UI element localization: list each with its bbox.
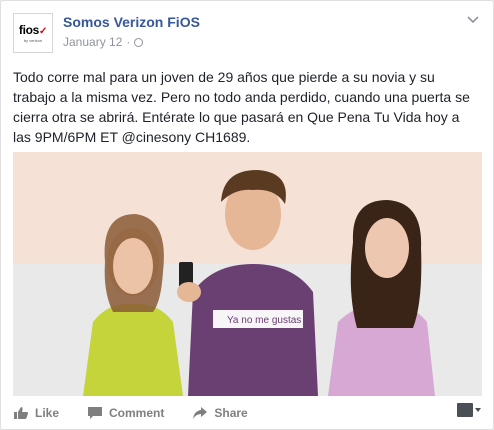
comment-icon: [88, 407, 103, 419]
meta-separator: ·: [126, 35, 131, 49]
comment-button[interactable]: Comment: [87, 406, 164, 420]
post-card: fios✓ by verizon Somos Verizon FiOS Janu…: [0, 0, 494, 430]
like-button[interactable]: Like: [13, 406, 59, 420]
post-date[interactable]: January 12: [63, 35, 122, 49]
viewer-selector[interactable]: [457, 403, 481, 417]
post-image[interactable]: Ya no me gustas: [13, 152, 482, 396]
post-text: Todo corre mal para un joven de 29 años …: [13, 69, 470, 145]
fios-logo-sub: by verizon: [23, 37, 43, 43]
fios-logo: fios✓: [18, 22, 48, 37]
page-avatar[interactable]: fios✓ by verizon: [13, 13, 53, 53]
like-label: Like: [35, 406, 60, 420]
share-icon: [193, 407, 208, 419]
chevron-down-icon[interactable]: [465, 13, 481, 27]
comment-label: Comment: [109, 406, 165, 420]
post-meta: January 12 ·: [63, 35, 144, 49]
post-header: fios✓ by verizon Somos Verizon FiOS Janu…: [13, 13, 481, 55]
like-icon: [14, 407, 28, 419]
globe-icon: [134, 37, 144, 47]
page-name-link[interactable]: Somos Verizon FiOS: [63, 14, 200, 30]
share-button[interactable]: Share: [192, 406, 248, 420]
viewer-avatar-icon: [457, 403, 473, 417]
post-actions: Like Comment Share: [13, 398, 481, 428]
shirt-text: Ya no me gustas: [227, 315, 301, 326]
caret-down-icon: [475, 408, 481, 412]
share-label: Share: [214, 406, 248, 420]
